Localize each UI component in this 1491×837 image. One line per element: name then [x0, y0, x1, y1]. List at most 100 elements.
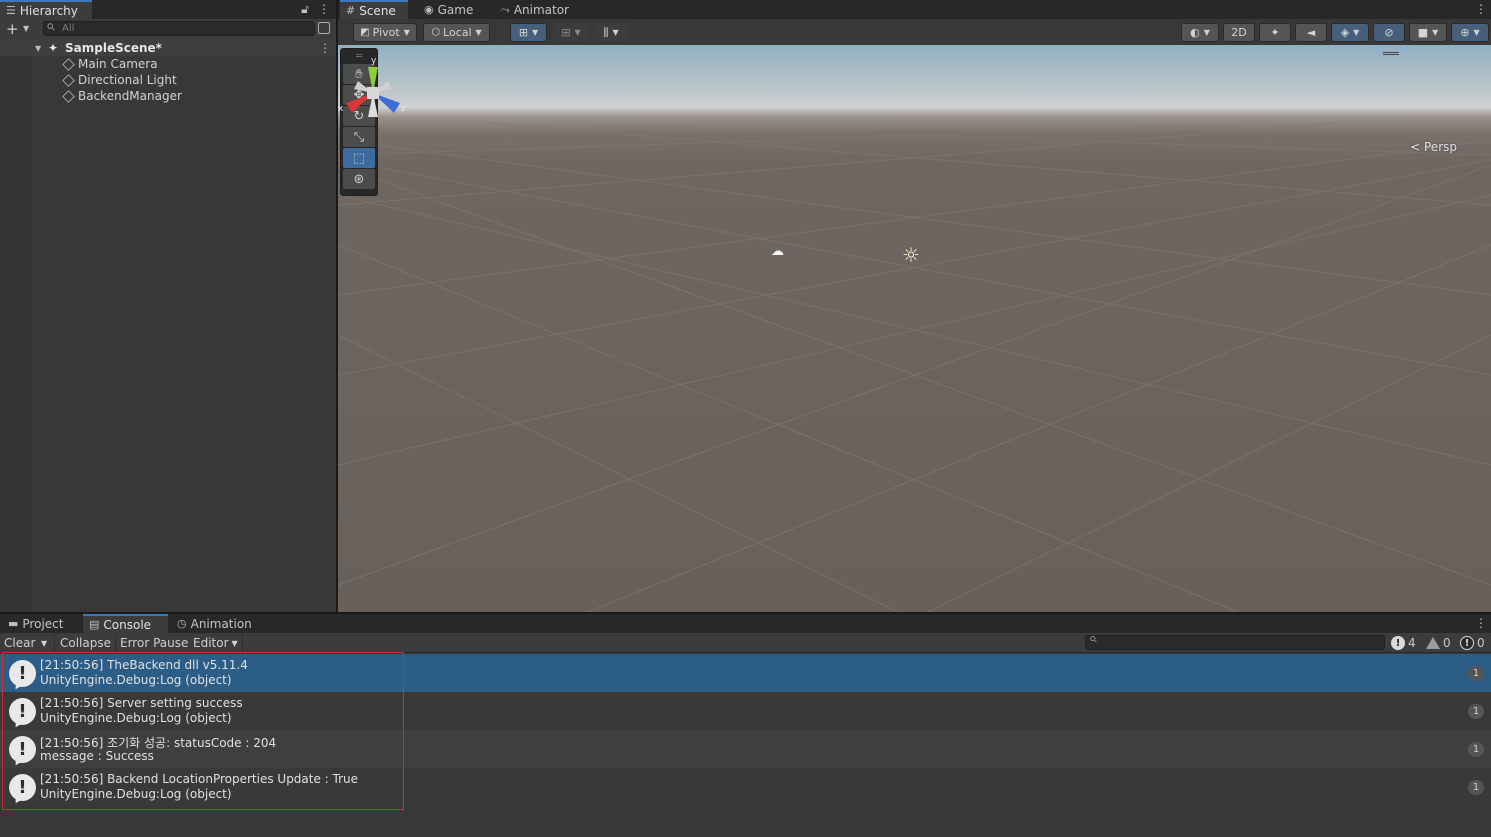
log-entry[interactable]: ! [21:50:56] Backend LocationProperties … [0, 768, 1491, 806]
error-count: 0 [1477, 636, 1485, 650]
lock-icon[interactable]: 🔓︎ [300, 2, 310, 16]
tab-scene[interactable]: # Scene [340, 0, 408, 19]
clear-button[interactable]: Clear [0, 634, 41, 652]
scene-name: SampleScene* [65, 41, 162, 55]
hierarchy-item[interactable]: Directional Light [0, 72, 336, 88]
editor-dropdown[interactable]: Editor ▼ [189, 634, 243, 652]
gamepad-icon: ◉ [424, 3, 434, 16]
scene-more-icon[interactable]: ⋮ [319, 41, 331, 55]
orientation-gizmo[interactable]: y x z [338, 45, 408, 155]
list-icon: ☰ [6, 4, 16, 17]
tab-game-label: Game [437, 2, 474, 17]
console-toolbar: Clear ▼ Collapse Error Pause Editor ▼ ! … [0, 633, 1491, 653]
audio-toggle[interactable]: ◄ [1295, 23, 1327, 42]
pivot-dropdown[interactable]: ◩ Pivot ▼ [353, 23, 417, 42]
tab-scene-label: Scene [359, 3, 396, 18]
log-stacktrace: message : Success [40, 749, 154, 763]
draw-mode-dropdown[interactable]: ◐ ▼ [1181, 23, 1219, 42]
transform-tool-button[interactable]: ⊛ [343, 169, 375, 189]
gizmo-menu-icon[interactable] [1383, 52, 1399, 55]
transform-icon: ⊛ [353, 171, 365, 187]
info-icon: ! [9, 736, 36, 763]
effects-dropdown[interactable]: ◈ ▼ [1331, 23, 1369, 42]
log-entry[interactable]: ! [21:50:56] Server setting success Unit… [0, 692, 1491, 730]
log-count-badge: 1 [1468, 666, 1484, 681]
increment-snap-toggle[interactable]: ⊞ ▼ [553, 23, 589, 42]
error-count-toggle[interactable]: ! 0 [1460, 634, 1485, 652]
hierarchy-item[interactable]: Main Camera [0, 56, 336, 72]
scene-row[interactable]: ▼ ✦ SampleScene* ⋮ [0, 40, 336, 56]
cube-icon: ⬡ [431, 27, 441, 38]
more-options-icon[interactable]: ⋮ [1475, 2, 1487, 16]
clear-label: Clear [4, 636, 36, 650]
light-bulb-icon: ✦ [1270, 26, 1280, 39]
gizmo-x-label: x [338, 104, 344, 114]
hierarchy-search-input[interactable]: All [43, 21, 315, 36]
add-icon[interactable]: + [6, 20, 19, 38]
more-options-icon[interactable]: ⋮ [1475, 616, 1487, 630]
animator-icon: ⤳ [501, 2, 510, 16]
chevron-down-icon: ▼ [403, 28, 410, 37]
tab-animator[interactable]: ⤳ Animator [495, 0, 575, 19]
tab-hierarchy[interactable]: ☰ Hierarchy [0, 0, 92, 19]
search-filter-icon[interactable] [318, 22, 330, 34]
error-icon: ! [1460, 636, 1474, 650]
info-count-toggle[interactable]: ! 4 [1391, 634, 1416, 652]
info-icon: ! [1391, 636, 1405, 650]
error-pause-label: Error Pause [120, 636, 189, 650]
chevron-left-icon: < [1410, 140, 1421, 154]
tab-animation-label: Animation [190, 616, 252, 631]
tab-animation[interactable]: ◷ Animation [171, 614, 258, 633]
tab-project[interactable]: ▬ Project [2, 614, 69, 633]
log-entry[interactable]: ! [21:50:56] 조기화 성공: statusCode : 204 me… [0, 730, 1491, 768]
tab-hierarchy-label: Hierarchy [19, 3, 78, 18]
tab-console[interactable]: ▤ Console [83, 614, 168, 633]
align-toggle[interactable]: ⫼ ▼ [593, 23, 629, 42]
lighting-toggle[interactable]: ✦ [1259, 23, 1291, 42]
warning-count-toggle[interactable]: 0 [1426, 634, 1451, 652]
camera-gizmo-icon[interactable]: ☁︎ [771, 244, 784, 259]
editor-label: Editor [193, 636, 229, 650]
chevron-down-icon: ▼ [532, 28, 539, 37]
tab-game[interactable]: ◉ Game [418, 0, 479, 19]
projection-toggle[interactable]: < Persp [1410, 140, 1457, 154]
2d-label: 2D [1231, 26, 1247, 39]
chevron-down-icon: ▼ [475, 28, 482, 37]
log-entry[interactable]: ! [21:50:56] TheBackend dll v5.11.4 Unit… [0, 654, 1491, 692]
scene-grid [338, 122, 1491, 612]
search-placeholder: All [62, 23, 75, 34]
scene-viewport[interactable]: ═ ✋︎ ✥ ↻ ⤡ ⬚ ⊛ ☁︎ ☼ y x z < Persp [338, 45, 1491, 612]
hidden-objects-toggle[interactable]: ⊘ [1373, 23, 1405, 42]
more-options-icon[interactable]: ⋮ [318, 2, 330, 16]
tab-console-label: Console [103, 617, 152, 632]
gameobject-icon [62, 57, 75, 71]
hierarchy-toolbar: + ▼ All [0, 19, 336, 40]
collapse-toggle[interactable]: Collapse [56, 634, 116, 652]
grid-snap-toggle[interactable]: ⊞ ▼ [510, 23, 547, 42]
log-message: [21:50:56] Backend LocationProperties Up… [40, 772, 359, 786]
log-count-badge: 1 [1468, 780, 1484, 795]
chevron-down-icon: ▼ [1203, 28, 1210, 37]
hierarchy-item-label: Directional Light [78, 73, 177, 87]
chevron-down-icon[interactable]: ▼ [23, 24, 29, 33]
clear-options-dropdown[interactable]: ▼ [39, 634, 55, 652]
gizmos-dropdown[interactable]: ⊕ ▼ [1451, 23, 1489, 42]
hierarchy-item-label: BackendManager [78, 89, 182, 103]
gizmo-z-label: z [401, 104, 406, 114]
console-panel: ▬ Project ▤ Console ◷ Animation ⋮ Clear … [0, 614, 1491, 837]
folder-icon: ▬ [8, 617, 19, 630]
2d-toggle[interactable]: 2D [1223, 23, 1255, 42]
error-pause-toggle[interactable]: Error Pause [116, 634, 194, 652]
camera-dropdown[interactable]: ■ ▼ [1409, 23, 1447, 42]
chevron-down-icon: ▼ [574, 28, 581, 37]
local-dropdown[interactable]: ⬡ Local ▼ [423, 23, 490, 42]
chevron-down-icon: ▼ [1432, 28, 1439, 37]
directional-light-icon[interactable]: ☼ [902, 245, 920, 265]
warning-icon [1426, 637, 1440, 649]
persp-label: Persp [1424, 140, 1457, 154]
foldout-icon[interactable]: ▼ [35, 44, 41, 53]
gizmo-y-label: y [371, 56, 377, 66]
console-search-input[interactable] [1085, 635, 1385, 650]
hierarchy-item[interactable]: BackendManager [0, 88, 336, 104]
warning-count: 0 [1443, 636, 1451, 650]
